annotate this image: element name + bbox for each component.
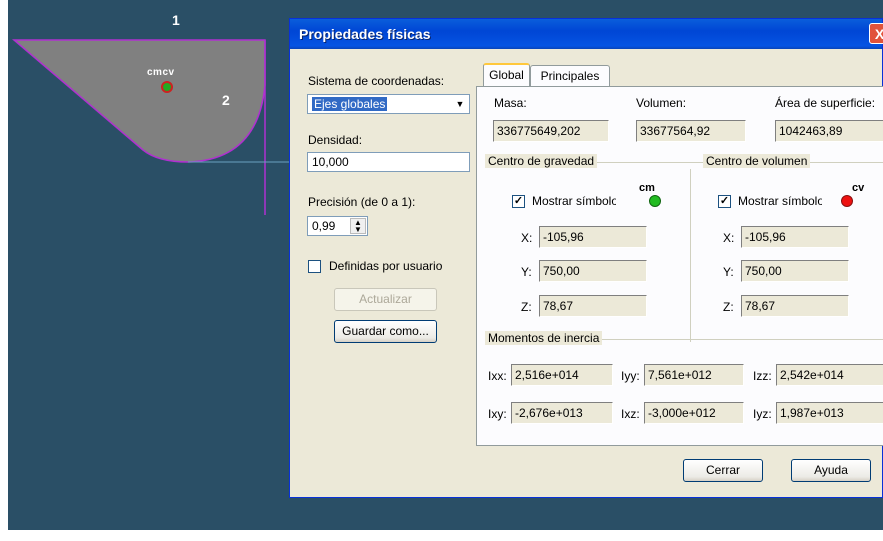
show-cm-label: Mostrar símbolo xyxy=(532,194,616,208)
mass-label: Masa: xyxy=(494,96,527,110)
dialog-title: Propiedades físicas xyxy=(299,26,431,42)
cv-dot-icon xyxy=(841,195,853,207)
cog-x-label: X: xyxy=(521,231,533,245)
area-label: Área de superficie: xyxy=(775,96,876,110)
edge-label-2: 2 xyxy=(222,92,230,108)
coord-system-select[interactable]: Ejes globales ▼ xyxy=(307,94,470,114)
precision-label: Precisión (de 0 a 1): xyxy=(308,195,416,209)
spinner-icon[interactable]: ▲ ▼ xyxy=(350,218,366,234)
density-input[interactable]: 10,000 xyxy=(307,152,470,172)
coord-system-value: Ejes globales xyxy=(312,97,388,111)
tab-global[interactable]: Global xyxy=(483,63,530,87)
tab-principales[interactable]: Principales xyxy=(530,65,610,87)
center-marker-icon xyxy=(161,81,173,93)
iyy-value: 7,561e+012 xyxy=(644,364,744,386)
group-divider xyxy=(690,169,691,342)
ixx-label: Ixx: xyxy=(488,369,507,383)
area-value: 1042463,89 xyxy=(775,120,883,142)
update-button[interactable]: Actualizar xyxy=(334,288,437,311)
cv-symbol-label: cv xyxy=(852,182,865,194)
iyz-value: 1,987e+013 xyxy=(776,402,883,424)
close-icon[interactable]: X xyxy=(869,23,883,44)
precision-value: 0,99 xyxy=(312,219,336,233)
cov-x-value: -105,96 xyxy=(741,226,849,248)
show-cm-checkbox[interactable]: ✓ xyxy=(512,195,525,208)
ixy-label: Ixy: xyxy=(488,407,507,421)
ixz-value: -3,000e+012 xyxy=(644,402,744,424)
save-as-button[interactable]: Guardar como... xyxy=(334,320,437,343)
bottom-margin xyxy=(0,530,883,541)
cog-y-value: 750,00 xyxy=(539,260,647,282)
density-label: Densidad: xyxy=(308,133,363,147)
ixx-value: 2,516e+014 xyxy=(511,364,613,386)
cov-y-label: Y: xyxy=(723,265,734,279)
volume-group-label: Centro de volumen xyxy=(703,154,811,168)
cog-y-label: Y: xyxy=(521,265,532,279)
user-defined-checkbox[interactable] xyxy=(308,260,321,273)
ixy-value: -2,676e+013 xyxy=(511,402,613,424)
help-button[interactable]: Ayuda xyxy=(791,459,871,482)
izz-value: 2,542e+014 xyxy=(776,364,883,386)
chevron-down-icon[interactable]: ▼ xyxy=(451,96,468,112)
cog-x-value: -105,96 xyxy=(539,226,647,248)
cog-z-value: 78,67 xyxy=(539,295,647,317)
volume-label: Volumen: xyxy=(636,96,687,110)
izz-label: Izz: xyxy=(753,369,772,383)
show-cv-checkbox[interactable]: ✓ xyxy=(718,195,731,208)
show-cv-label: Mostrar símbolo xyxy=(738,194,822,208)
gravity-group-label: Centro de gravedad xyxy=(485,154,598,168)
edge-label-1: 1 xyxy=(172,12,180,28)
iyz-label: Iyz: xyxy=(753,407,772,421)
inertia-group-label: Momentos de inercia xyxy=(485,331,603,345)
user-defined-label: Definidas por usuario xyxy=(329,259,443,273)
cov-x-label: X: xyxy=(723,231,735,245)
mass-value: 336775649,202 xyxy=(493,120,609,142)
iyy-label: Iyy: xyxy=(621,369,640,383)
cog-z-label: Z: xyxy=(521,300,532,314)
close-button[interactable]: Cerrar xyxy=(683,459,763,482)
volume-value: 33677564,92 xyxy=(636,120,746,142)
precision-input[interactable]: 0,99 ▲ ▼ xyxy=(307,216,368,236)
coord-system-label: Sistema de coordenadas: xyxy=(308,74,445,88)
dialog-titlebar[interactable]: Propiedades físicas X xyxy=(290,19,883,49)
ixz-label: Ixz: xyxy=(621,407,640,421)
cm-dot-icon xyxy=(649,195,661,207)
cov-z-label: Z: xyxy=(723,300,734,314)
cov-z-value: 78,67 xyxy=(741,295,849,317)
marker-label: cmcv xyxy=(147,67,175,78)
left-margin xyxy=(0,0,8,541)
cov-y-value: 750,00 xyxy=(741,260,849,282)
cm-symbol-label: cm xyxy=(639,182,655,194)
physical-properties-dialog: Propiedades físicas X Sistema de coorden… xyxy=(289,18,883,498)
